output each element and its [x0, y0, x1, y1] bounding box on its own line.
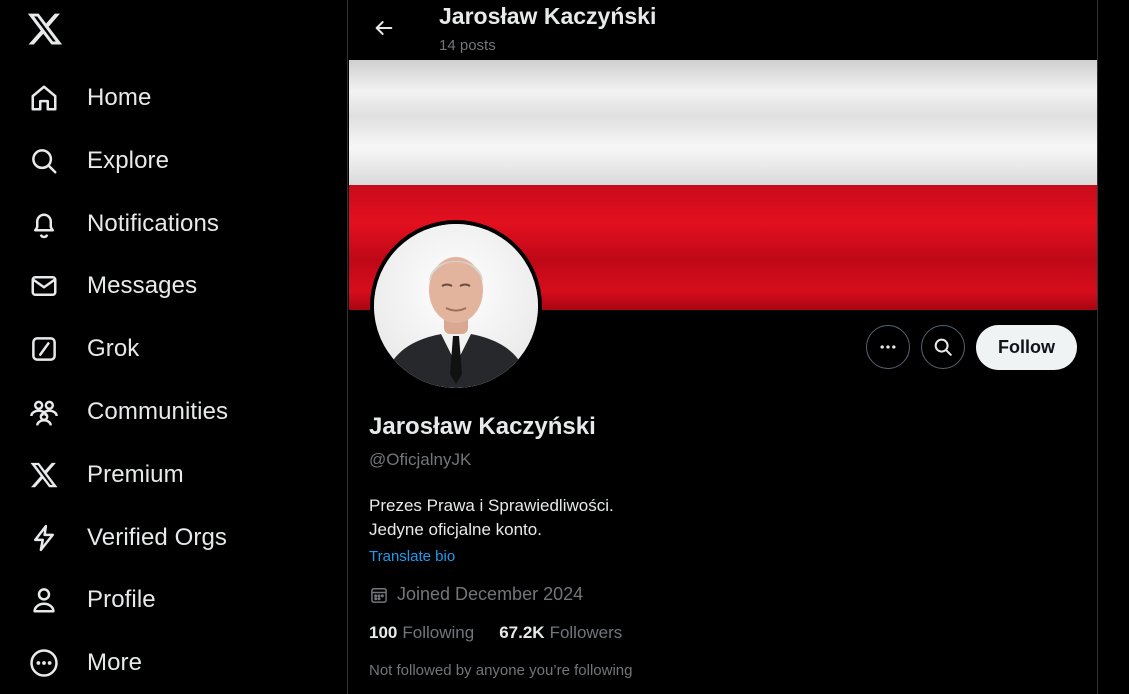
back-button[interactable]: [368, 14, 400, 42]
profile-header-bar: Jarosław Kaczyński 14 posts: [348, 0, 1097, 60]
avatar-photo: [374, 224, 538, 388]
following-label: Following: [402, 623, 475, 642]
follow-stats: 100 Following 67.2K Followers: [369, 623, 622, 643]
people-icon: [28, 396, 60, 428]
joined-date: Joined December 2024: [369, 584, 583, 605]
ellipsis-icon: [880, 345, 896, 349]
following-link[interactable]: 100 Following: [369, 623, 474, 643]
nav-item-home[interactable]: Home: [28, 78, 151, 118]
nav-label: Messages: [87, 272, 198, 299]
profile-bio: Prezes Prawa i Sprawiedliwości. Jedyne o…: [369, 494, 614, 542]
nav-label: Profile: [87, 586, 156, 613]
nav-item-grok[interactable]: Grok: [28, 329, 139, 369]
nav-item-profile[interactable]: Profile: [28, 580, 156, 620]
calendar-icon: [369, 585, 389, 605]
joined-text: Joined December 2024: [397, 584, 584, 604]
x-icon: [28, 459, 60, 491]
nav-item-explore[interactable]: Explore: [28, 141, 169, 181]
nav-label: Premium: [87, 461, 184, 488]
bio-line: Jedyne oficjalne konto.: [369, 520, 542, 539]
nav-label: Grok: [87, 335, 140, 362]
banner-white-band: [349, 60, 1097, 185]
more-circle-icon: [28, 647, 60, 679]
nav-item-communities[interactable]: Communities: [28, 392, 228, 432]
mutual-followers-note: Not followed by anyone you’re following: [369, 662, 633, 679]
following-count: 100: [369, 623, 398, 642]
profile-column: Jarosław Kaczyński 14 posts Follow Jaros…: [347, 0, 1098, 694]
translate-bio-link[interactable]: Translate bio: [369, 548, 455, 565]
avatar[interactable]: [370, 220, 542, 392]
search-icon: [28, 145, 60, 177]
followers-label: Followers: [549, 623, 623, 642]
nav-label: Home: [87, 84, 152, 111]
arrow-left-icon: [375, 21, 393, 35]
followers-link[interactable]: 67.2K Followers: [499, 623, 622, 643]
nav-item-premium[interactable]: Premium: [28, 455, 184, 495]
nav-label: Explore: [87, 147, 170, 174]
nav-label: More: [87, 649, 143, 676]
x-logo-icon[interactable]: [26, 10, 64, 48]
profile-handle: @OficjalnyJK: [369, 450, 472, 469]
profile-name: Jarosław Kaczyński: [369, 413, 596, 440]
header-post-count: 14 posts: [439, 37, 496, 54]
nav-item-messages[interactable]: Messages: [28, 266, 197, 306]
home-icon: [28, 82, 60, 114]
header-name: Jarosław Kaczyński: [439, 3, 657, 29]
nav-label: Verified Orgs: [87, 524, 228, 551]
nav-label: Communities: [87, 398, 229, 425]
follow-button[interactable]: Follow: [976, 325, 1077, 370]
nav-item-notifications[interactable]: Notifications: [28, 204, 219, 244]
nav-item-verified-orgs[interactable]: Verified Orgs: [28, 518, 227, 558]
grok-icon: [28, 333, 60, 365]
lightning-icon: [28, 522, 60, 554]
envelope-icon: [28, 270, 60, 302]
followers-count: 67.2K: [499, 623, 545, 642]
more-options-button[interactable]: [866, 325, 910, 369]
nav-label: Notifications: [87, 210, 220, 237]
bell-icon: [28, 208, 60, 240]
search-profile-button[interactable]: [921, 325, 965, 369]
sidebar-nav: Home Explore Notifications Messages Grok…: [0, 0, 347, 694]
nav-item-more[interactable]: More: [28, 643, 142, 683]
person-icon: [28, 584, 60, 616]
search-icon: [934, 338, 952, 356]
bio-line: Prezes Prawa i Sprawiedliwości.: [369, 496, 614, 515]
